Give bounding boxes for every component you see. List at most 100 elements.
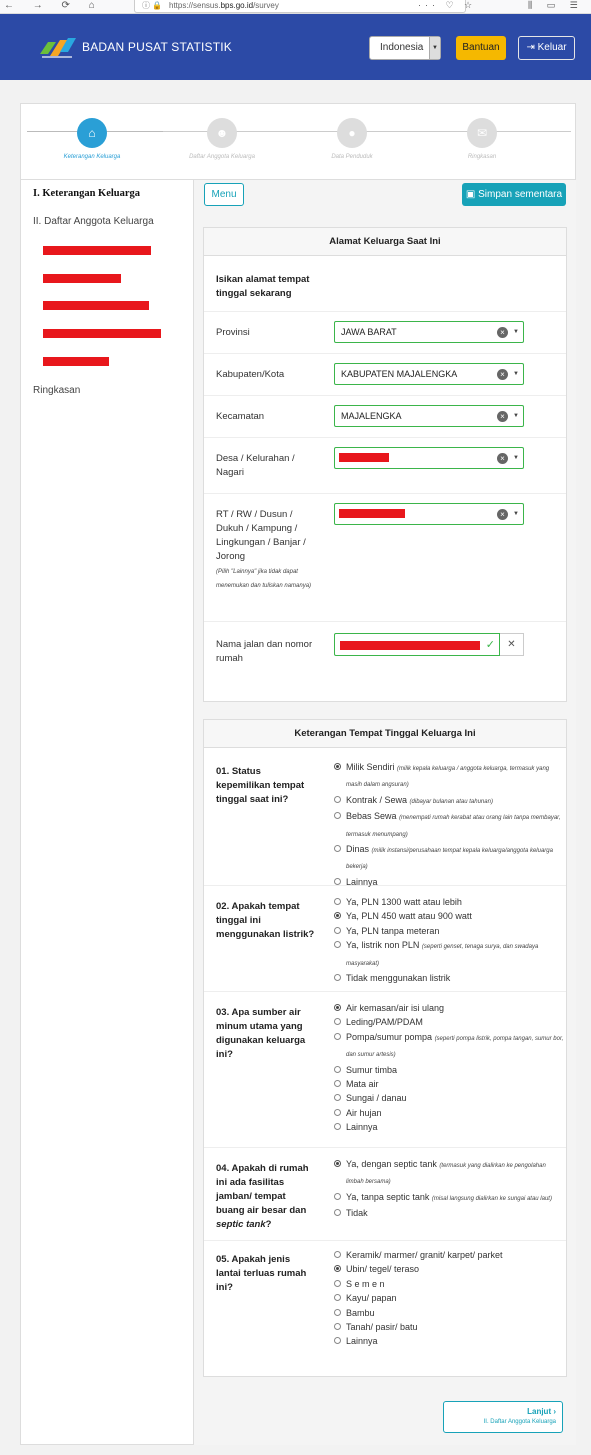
help-button[interactable]: Bantuan [456,36,506,60]
radio-unselected[interactable] [334,1323,341,1331]
logout-button[interactable]: ⇥ Keluar [518,36,575,60]
redacted-member[interactable] [43,357,109,366]
radio-option[interactable]: Tidak [334,1206,564,1220]
clear-street-button[interactable]: ✕ [500,633,524,656]
step-data-penduduk[interactable]: ● Data Penduduk [307,118,397,160]
sidebar-item-keterangan[interactable]: I. Keterangan Keluarga [33,188,140,199]
radio-unselected[interactable] [334,795,341,803]
radio-unselected[interactable] [334,1108,341,1116]
radio-option[interactable]: Air hujan [334,1106,564,1120]
option-text: Pompa/sumur pompa [346,1031,433,1042]
clear-icon[interactable]: × [497,411,508,422]
sidebar-item-ringkasan[interactable]: Ringkasan [33,385,80,396]
radio-option[interactable]: Tanah/ pasir/ batu [334,1320,564,1334]
menu-button[interactable]: Menu [204,183,244,206]
radio-option[interactable]: Sungai / danau [334,1091,564,1105]
users-icon: ☻ [207,118,237,148]
radio-unselected[interactable] [334,1209,341,1217]
radio-option[interactable]: Ya, listrik non PLN (seperti genset, ten… [334,938,564,971]
radio-option[interactable]: Dinas (milik instansi/perusahaan tempat … [334,842,564,875]
clear-icon[interactable]: × [497,369,508,380]
radio-option[interactable]: Milik Sendiri (milik kepala keluarga / a… [334,760,564,793]
radio-unselected[interactable] [334,1094,341,1102]
radio-option[interactable]: Ya, PLN tanpa meteran [334,924,564,938]
radio-unselected[interactable] [334,1308,341,1316]
option-text: Tidak menggunakan listrik [346,973,451,984]
q1-options: Milik Sendiri (milik kepala keluarga / a… [334,760,564,889]
radio-option[interactable]: Bambu [334,1306,564,1320]
rt-hint: (Pilih "Lainnya" jika tidak dapat menemu… [216,569,312,589]
redacted-member[interactable] [43,246,151,255]
page-actions-icon[interactable]: ··· ♡ ☆ [418,0,476,11]
save-draft-button[interactable]: ▣ Simpan sementara [462,183,566,206]
next-button[interactable]: Lanjut › II. Daftar Anggota Keluarga [443,1401,563,1433]
radio-option[interactable]: Sumur timba [334,1063,564,1077]
step-daftar-anggota[interactable]: ☻ Daftar Anggota Keluarga [177,118,267,160]
radio-unselected[interactable] [334,1251,341,1258]
redacted-member[interactable] [43,301,149,310]
radio-selected[interactable] [334,1265,341,1273]
radio-unselected[interactable] [334,1065,341,1073]
radio-selected[interactable] [334,912,341,920]
radio-unselected[interactable] [334,877,341,885]
step-ringkasan[interactable]: ✉ Ringkasan [437,118,527,160]
sidebar-item-daftar[interactable]: II. Daftar Anggota Keluarga [33,216,154,227]
next-label: Lanjut › [527,1407,556,1416]
radio-unselected[interactable] [334,812,341,820]
radio-unselected[interactable] [334,1192,341,1200]
radio-option[interactable]: Bebas Sewa (menempati rumah kerabat atau… [334,809,564,842]
radio-unselected[interactable] [334,1032,341,1040]
regency-select[interactable]: KABUPATEN MAJALENGKA × ▼ [334,363,524,385]
street-input[interactable]: ✓ [334,633,500,656]
radio-selected[interactable] [334,1160,341,1167]
lock-icon[interactable]: ⓘ 🔒 [142,0,162,11]
radio-option[interactable]: Ubin/ tegel/ teraso [334,1262,564,1276]
browser-nav-icons[interactable]: ← → ⟳ ⌂ [4,0,103,11]
option-text: Kontrak / Sewa [346,794,408,805]
radio-option[interactable]: S e m e n [334,1277,564,1291]
language-select[interactable]: Indonesia ▼ [369,36,441,60]
radio-unselected[interactable] [334,1337,341,1345]
radio-unselected[interactable] [334,974,341,982]
clear-icon[interactable]: × [497,453,508,464]
radio-unselected[interactable] [334,1279,341,1287]
radio-option[interactable]: Kayu/ papan [334,1291,564,1305]
redacted-member[interactable] [43,329,161,338]
radio-unselected[interactable] [334,898,341,905]
step-keterangan-keluarga[interactable]: ⌂ Keterangan Keluarga [47,118,137,160]
redacted-member[interactable] [43,274,121,283]
library-menu-icon[interactable]: ⫼ ▭ ☰ [528,0,584,11]
radio-option[interactable]: Leding/PAM/PDAM [334,1015,564,1029]
clear-icon[interactable]: × [497,509,508,520]
radio-option[interactable]: Tidak menggunakan listrik [334,971,564,985]
radio-option[interactable]: Mata air [334,1077,564,1091]
radio-unselected[interactable] [334,845,341,853]
radio-option[interactable]: Keramik/ marmer/ granit/ karpet/ parket [334,1248,564,1262]
option-note: (dibayar bulanan atau tahunan) [409,798,493,805]
radio-option[interactable]: Pompa/sumur pompa (seperti pompa listrik… [334,1030,564,1063]
radio-option[interactable]: Lainnya [334,1334,564,1348]
option-text: Milik Sendiri [346,762,395,772]
option-text: Dinas [346,844,370,855]
radio-unselected[interactable] [334,1294,341,1302]
province-select[interactable]: JAWA BARAT × ▼ [334,321,524,343]
radio-option[interactable]: Ya, tanpa septic tank (misal langsung di… [334,1190,564,1206]
radio-selected[interactable] [334,1004,341,1011]
radio-option[interactable]: Ya, dengan septic tank (termasuk yang di… [334,1157,564,1190]
radio-unselected[interactable] [334,1080,341,1088]
radio-option[interactable]: Kontrak / Sewa (dibayar bulanan atau tah… [334,793,564,809]
village-select[interactable]: × ▼ [334,447,524,469]
radio-unselected[interactable] [334,1123,341,1131]
radio-option[interactable]: Air kemasan/air isi ulang [334,1001,564,1015]
radio-unselected[interactable] [334,926,341,934]
radio-option[interactable]: Ya, PLN 1300 watt atau lebih [334,895,564,909]
address-bar[interactable]: https://sensus.bps.go.id/survey [134,0,466,13]
radio-unselected[interactable] [334,1018,341,1026]
radio-option[interactable]: Ya, PLN 450 watt atau 900 watt [334,909,564,923]
radio-option[interactable]: Lainnya [334,1120,564,1134]
radio-unselected[interactable] [334,941,341,949]
district-select[interactable]: MAJALENGKA × ▼ [334,405,524,427]
radio-selected[interactable] [334,763,341,770]
clear-icon[interactable]: × [497,327,508,338]
rt-select[interactable]: × ▼ [334,503,524,525]
